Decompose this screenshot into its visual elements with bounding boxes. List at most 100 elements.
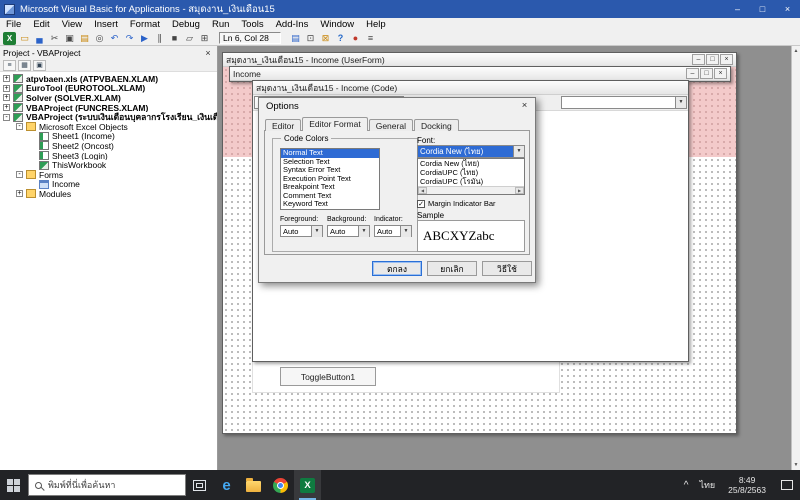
- mdi-vertical-scrollbar[interactable]: ▲ ▼: [791, 46, 800, 470]
- minimize-icon[interactable]: –: [692, 54, 705, 65]
- cancel-button[interactable]: ยกเลิก: [427, 261, 477, 276]
- code-colors-listbox[interactable]: Normal TextSelection TextSyntax Error Te…: [280, 148, 380, 210]
- tree-expander-icon[interactable]: +: [3, 94, 10, 101]
- toolbox-icon[interactable]: ⊠: [319, 32, 332, 45]
- tree-expander-icon[interactable]: +: [16, 190, 23, 197]
- color-list-item[interactable]: Keyword Text: [281, 200, 379, 209]
- tree-expander-icon[interactable]: -: [3, 114, 10, 121]
- menu-format[interactable]: Format: [124, 19, 166, 30]
- font-list-hscrollbar[interactable]: ◀ ▶: [418, 186, 524, 194]
- foreground-combo[interactable]: Auto ▼: [280, 225, 323, 237]
- menu-insert[interactable]: Insert: [88, 19, 124, 30]
- menu-debug[interactable]: Debug: [166, 19, 206, 30]
- task-view-button[interactable]: [186, 470, 213, 500]
- maximize-icon[interactable]: □: [750, 0, 775, 18]
- taskbar-edge-button[interactable]: e: [213, 470, 240, 500]
- help-button[interactable]: วิธีใช้: [482, 261, 532, 276]
- procedure-dropdown[interactable]: ▼: [561, 96, 687, 109]
- taskbar-clock[interactable]: 8:49 25/8/2563: [721, 475, 773, 495]
- tree-item-thisworkbook[interactable]: ThisWorkbook: [0, 160, 217, 170]
- restore-icon[interactable]: □: [706, 54, 719, 65]
- design-mode-icon[interactable]: ▱: [183, 32, 196, 45]
- tree-item-sheet2-oncost[interactable]: Sheet2 (Oncost): [0, 141, 217, 151]
- scroll-up-icon[interactable]: ▲: [794, 46, 799, 56]
- scroll-right-icon[interactable]: ▶: [515, 187, 524, 194]
- scroll-down-icon[interactable]: ▼: [794, 460, 799, 470]
- background-combo[interactable]: Auto ▼: [327, 225, 370, 237]
- project-explorer-close-icon[interactable]: ×: [202, 48, 214, 58]
- font-option[interactable]: CordiaUPC (โรมัน): [418, 177, 524, 186]
- menu-file[interactable]: File: [0, 19, 27, 30]
- chevron-down-icon[interactable]: ▼: [358, 226, 369, 237]
- start-button[interactable]: [0, 470, 27, 500]
- close-icon[interactable]: ×: [775, 0, 800, 18]
- action-center-button[interactable]: [773, 470, 800, 500]
- tree-item-modules[interactable]: + Modules: [0, 189, 217, 199]
- properties-window-icon[interactable]: ▤: [289, 32, 302, 45]
- tree-item-forms[interactable]: - Forms: [0, 170, 217, 180]
- undo-icon[interactable]: ↶: [108, 32, 121, 45]
- userform-window-titlebar[interactable]: สมุดงาน_เงินเดือน15 - Income (UserForm) …: [223, 53, 736, 67]
- tab-general[interactable]: General: [369, 119, 413, 131]
- insert-userform-icon[interactable]: ▭: [18, 32, 31, 45]
- tree-item-sheet1-income[interactable]: Sheet1 (Income): [0, 132, 217, 142]
- find-icon[interactable]: ◎: [93, 32, 106, 45]
- menu-help[interactable]: Help: [360, 19, 392, 30]
- tree-expander-icon[interactable]: -: [16, 171, 23, 178]
- font-dropdown-list[interactable]: Cordia New (ไทย)CordiaUPC (ไทย)CordiaUPC…: [417, 158, 525, 195]
- tree-item-sheet3-login[interactable]: Sheet3 (Login): [0, 151, 217, 161]
- chevron-down-icon[interactable]: ▼: [513, 146, 524, 157]
- language-indicator[interactable]: ไทย: [693, 478, 721, 492]
- redo-icon[interactable]: ↷: [123, 32, 136, 45]
- tree-expander-icon[interactable]: +: [3, 85, 10, 92]
- menu-edit[interactable]: Edit: [27, 19, 55, 30]
- view-object-icon[interactable]: ▦: [18, 60, 31, 71]
- font-combo[interactable]: Cordia New (ไทย) ▼: [417, 145, 525, 158]
- project-explorer-icon[interactable]: ⊞: [198, 32, 211, 45]
- view-code-icon[interactable]: ≡: [3, 60, 16, 71]
- code-window-titlebar[interactable]: สมุดงาน_เงินเดือน15 - Income (Code): [253, 81, 688, 95]
- taskbar-file-explorer-button[interactable]: [240, 470, 267, 500]
- margin-indicator-checkbox[interactable]: ✓ Margin Indicator Bar: [417, 199, 496, 208]
- taskbar-excel-button[interactable]: X: [294, 470, 321, 500]
- immediate-window-icon[interactable]: ≡: [364, 32, 377, 45]
- dialog-close-icon[interactable]: ×: [516, 100, 533, 113]
- tree-item-excel-objects[interactable]: - Microsoft Excel Objects: [0, 122, 217, 132]
- restore-icon[interactable]: □: [700, 68, 713, 79]
- tray-chevron-icon[interactable]: ^: [679, 480, 694, 491]
- tree-expander-icon[interactable]: +: [3, 104, 10, 111]
- help-icon[interactable]: ?: [334, 32, 347, 45]
- toggle-breakpoint-icon[interactable]: ●: [349, 32, 362, 45]
- close-icon[interactable]: ×: [720, 54, 733, 65]
- tab-editor-format[interactable]: Editor Format: [302, 117, 368, 131]
- chevron-down-icon[interactable]: ▼: [675, 97, 686, 108]
- font-option[interactable]: CordiaUPC (ไทย): [418, 168, 524, 177]
- tab-docking[interactable]: Docking: [414, 119, 459, 131]
- scroll-left-icon[interactable]: ◀: [418, 187, 427, 194]
- tree-item-income-form[interactable]: Income: [0, 180, 217, 190]
- menu-run[interactable]: Run: [206, 19, 235, 30]
- tree-expander-icon[interactable]: -: [16, 123, 23, 130]
- chevron-down-icon[interactable]: ▼: [400, 226, 411, 237]
- menu-view[interactable]: View: [56, 19, 88, 30]
- tree-item-atpvbaen[interactable]: + atpvbaen.xls (ATPVBAEN.XLAM): [0, 74, 217, 84]
- checkbox-checked-icon[interactable]: ✓: [417, 200, 425, 208]
- toggle-folders-icon[interactable]: ▣: [33, 60, 46, 71]
- ok-button[interactable]: ตกลง: [372, 261, 422, 276]
- cut-icon[interactable]: ✂: [48, 32, 61, 45]
- tree-expander-icon[interactable]: +: [3, 75, 10, 82]
- tree-item-eurotool[interactable]: + EuroTool (EUROTOOL.XLAM): [0, 84, 217, 94]
- menu-window[interactable]: Window: [314, 19, 360, 30]
- copy-icon[interactable]: ▣: [63, 32, 76, 45]
- reset-icon[interactable]: ■: [168, 32, 181, 45]
- dialog-titlebar[interactable]: Options ×: [259, 98, 535, 114]
- font-option[interactable]: Cordia New (ไทย): [418, 159, 524, 168]
- paste-icon[interactable]: ▤: [78, 32, 91, 45]
- minimize-icon[interactable]: –: [725, 0, 750, 18]
- save-icon[interactable]: ▄: [33, 32, 46, 45]
- indicator-combo[interactable]: Auto ▼: [374, 225, 412, 237]
- tab-editor[interactable]: Editor: [265, 119, 301, 131]
- toggle-button-control[interactable]: ToggleButton1: [280, 367, 376, 386]
- menu-addins[interactable]: Add-Ins: [270, 19, 315, 30]
- tree-item-vbaproject[interactable]: - VBAProject (ระบบเงินเดือนบุคลากรโรงเรี…: [0, 112, 217, 122]
